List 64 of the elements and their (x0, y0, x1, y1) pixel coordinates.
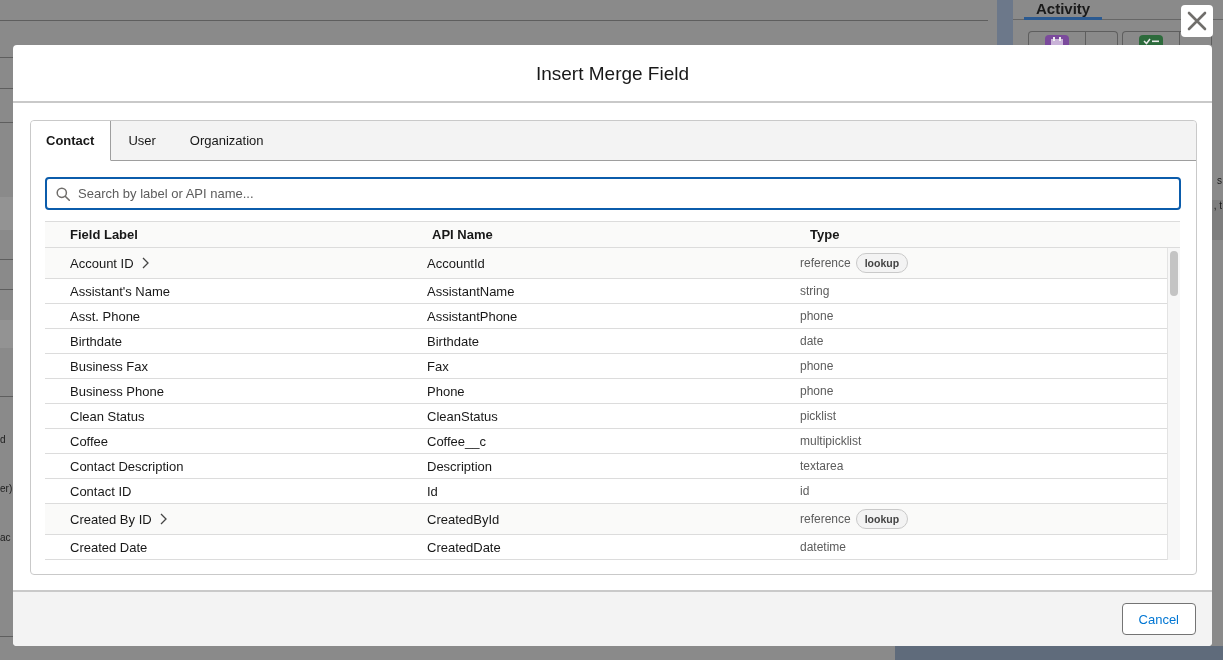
table-cell: Fax (427, 359, 449, 374)
table-cell: AssistantName (427, 284, 515, 299)
table-cell: Phone (427, 384, 465, 399)
table-cell: Id (427, 484, 438, 499)
table-cell: Contact Description (70, 458, 184, 474)
table-cell: picklist (800, 409, 836, 423)
table-cell: Asst. Phone (70, 308, 141, 324)
text-fragment: er) (0, 483, 13, 495)
table-cell: Business Fax (70, 358, 149, 374)
search-field[interactable]: Search by label or API name... (45, 177, 1181, 210)
type-tag: lookup (855, 253, 909, 273)
table-cell: AssistantPhone (427, 309, 518, 324)
table-cell: date (800, 334, 824, 348)
tab[interactable]: Organization (172, 121, 281, 161)
table-cell: multipicklist (800, 434, 862, 448)
table-cell: datetime (800, 540, 847, 554)
table-cell: AccountId (427, 256, 485, 271)
table-cell: Clean Status (70, 408, 145, 424)
text-fragment: , t (1213, 200, 1222, 212)
tab[interactable]: Contact (31, 121, 112, 161)
scrollbar-thumb[interactable] (1170, 251, 1178, 296)
text-fragment: ac (0, 532, 11, 544)
table-cell: Business Phone (70, 383, 164, 399)
scrollbar[interactable] (1167, 248, 1180, 560)
text-fragment: s (1217, 175, 1222, 187)
table-cell: CleanStatus (427, 409, 498, 424)
table-row[interactable]: Account ID AccountId reference lookup (45, 248, 1167, 279)
table-cell: Coffee (70, 433, 109, 449)
table-cell: phone (800, 384, 834, 398)
close-button[interactable] (1181, 5, 1213, 37)
column-header: API Name (431, 227, 494, 242)
table-cell: id (800, 484, 810, 498)
close-icon (1187, 11, 1207, 31)
calendar-icon (1045, 35, 1069, 45)
table-cell: string (800, 284, 830, 298)
table-cell: reference (800, 512, 851, 526)
column-header: Field Label (69, 227, 139, 242)
text-fragment: d (0, 434, 6, 446)
table-cell: reference (800, 256, 851, 270)
checklist-icon (1139, 35, 1163, 45)
table-cell: Account ID (70, 255, 134, 271)
table-cell: Assistant's Name (70, 283, 170, 299)
table-cell: Contact ID (70, 483, 132, 499)
table-cell: Created By ID (70, 511, 152, 527)
table-cell: Created Date (70, 539, 148, 555)
table-cell: Coffee__c (427, 434, 487, 449)
search-icon (56, 187, 70, 201)
table-cell: phone (800, 359, 834, 373)
table-cell: Birthdate (70, 333, 123, 349)
table-cell: CreatedById (427, 512, 500, 527)
tab[interactable]: User (111, 121, 173, 161)
column-header: Type (809, 227, 841, 242)
dialog-title: Insert Merge Field (535, 63, 690, 85)
chevron-icon[interactable] (159, 513, 167, 525)
table-cell: Birthdate (427, 334, 480, 349)
table-cell: CreatedDate (427, 540, 501, 555)
cancel-button[interactable]: Cancel (1121, 603, 1196, 635)
table-row[interactable]: Created By ID CreatedById reference lookup (45, 504, 1167, 535)
type-tag: lookup (855, 509, 909, 529)
table-cell: textarea (800, 459, 844, 473)
chevron-icon[interactable] (141, 257, 149, 269)
table-cell: Description (427, 459, 493, 474)
table-cell: phone (800, 309, 834, 323)
tab[interactable]: Activity (1024, 0, 1103, 20)
